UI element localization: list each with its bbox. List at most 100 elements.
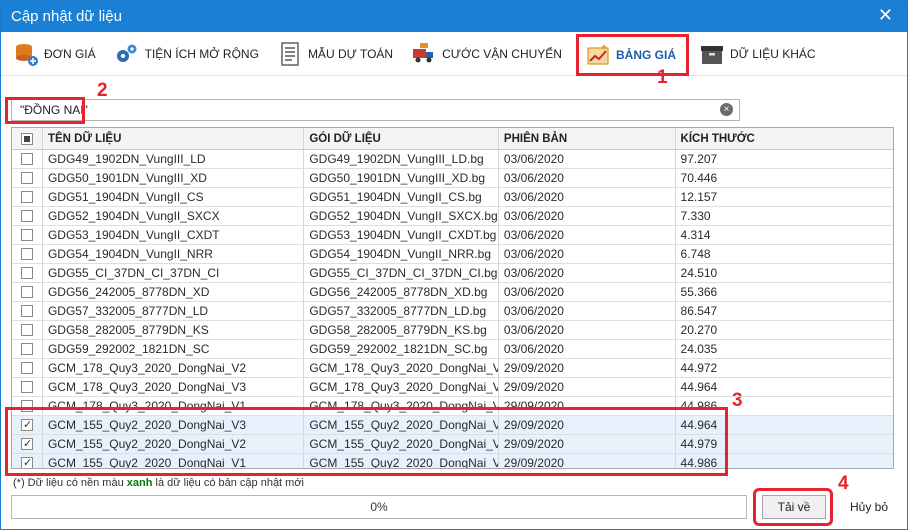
cell-goi-du-lieu: GDG54_1904DN_VungII_NRR.bg xyxy=(304,245,499,263)
row-checkbox-cell xyxy=(12,359,43,377)
legend-note-suffix: là dữ liệu có bản cập nhật mới xyxy=(152,477,304,489)
tab-du-lieu-khac[interactable]: DỮ LIỆU KHÁC xyxy=(695,36,824,72)
grid-header: TÊN DỮ LIỆU GÓI DỮ LIỆU PHIÊN BẢN KÍCH T… xyxy=(12,128,893,150)
table-row[interactable]: GDG54_1904DN_VungII_NRR GDG54_1904DN_Vung… xyxy=(12,245,893,264)
cell-phien-ban: 03/06/2020 xyxy=(499,264,676,282)
row-checkbox-cell xyxy=(12,207,43,225)
header-ten-du-lieu[interactable]: TÊN DỮ LIỆU xyxy=(43,128,305,149)
cell-kich-thuoc: 44.972 xyxy=(680,361,718,375)
row-checkbox-cell xyxy=(12,245,43,263)
legend-note-prefix: (*) Dữ liệu có nền màu xyxy=(13,477,127,489)
tab-don-gia[interactable]: ĐƠN GIÁ xyxy=(9,36,104,72)
table-row[interactable]: GDG52_1904DN_VungII_SXCX GDG52_1904DN_Vun… xyxy=(12,207,893,226)
toolbar: ĐƠN GIÁ TIỆN ÍCH MỞ RỘNG MẪU DỰ TOÁN CƯỚC V… xyxy=(1,32,907,76)
cell-kich-thuoc: 20.270 xyxy=(680,323,718,337)
cell-phien-ban: 03/06/2020 xyxy=(499,169,676,187)
close-icon[interactable]: ✕ xyxy=(878,5,893,26)
header-select-all-cell xyxy=(12,128,43,149)
cell-ten-du-lieu: GDG56_242005_8778DN_XD xyxy=(43,283,305,301)
table-row[interactable]: GDG51_1904DN_VungII_CS GDG51_1904DN_VungI… xyxy=(12,188,893,207)
header-kich-thuoc[interactable]: KÍCH THƯỚC xyxy=(676,128,893,149)
cell-goi-du-lieu: GCM_178_Quy3_2020_DongNai_V... xyxy=(304,359,499,377)
cell-kich-thuoc: 7.330 xyxy=(680,209,711,223)
window-title: Cập nhật dữ liệu xyxy=(11,8,122,25)
cell-phien-ban: 03/06/2020 xyxy=(499,321,676,339)
row-checkbox-cell xyxy=(12,264,43,282)
cell-goi-du-lieu: GDG56_242005_8778DN_XD.bg xyxy=(304,283,499,301)
cell-kich-thuoc: 70.446 xyxy=(680,171,718,185)
truck-icon xyxy=(411,41,437,67)
table-row[interactable]: GDG50_1901DN_VungIII_XD GDG50_1901DN_Vung… xyxy=(12,169,893,188)
table-row[interactable]: GDG57_332005_8777DN_LD GDG57_332005_8777D… xyxy=(12,302,893,321)
cell-ten-du-lieu: GCM_178_Quy3_2020_DongNai_V2 xyxy=(43,359,305,377)
tab-mau-du-toan-label: MẪU DỰ TOÁN xyxy=(307,46,394,61)
table-row[interactable]: GDG55_CI_37DN_CI_37DN_CI GDG55_CI_37DN_CI… xyxy=(12,264,893,283)
cell-phien-ban: 29/09/2020 xyxy=(499,359,676,377)
row-checkbox[interactable] xyxy=(20,172,33,184)
tab-don-gia-label: ĐƠN GIÁ xyxy=(44,46,96,61)
tab-bang-gia[interactable]: BẢNG GIÁ xyxy=(575,33,689,76)
selected-rows-highlight-box xyxy=(5,407,728,476)
table-row[interactable]: GCM_178_Quy3_2020_DongNai_V2 GCM_178_Quy3… xyxy=(12,359,893,378)
row-checkbox[interactable] xyxy=(20,343,33,355)
row-checkbox-cell xyxy=(12,302,43,320)
row-checkbox-cell xyxy=(12,226,43,244)
table-row[interactable]: GCM_178_Quy3_2020_DongNai_V3 GCM_178_Quy3… xyxy=(12,378,893,397)
row-checkbox[interactable] xyxy=(20,267,33,279)
row-checkbox[interactable] xyxy=(20,324,33,336)
row-checkbox-cell xyxy=(12,188,43,206)
tab-tien-ich-label: TIỆN ÍCH MỞ RỘNG xyxy=(144,46,259,61)
clear-search-icon[interactable]: × xyxy=(720,103,733,116)
document-icon xyxy=(277,41,303,67)
cell-goi-du-lieu: GDG51_1904DN_VungII_CS.bg xyxy=(304,188,499,206)
cell-kich-thuoc: 4.314 xyxy=(680,228,711,242)
cell-phien-ban: 03/06/2020 xyxy=(499,150,676,168)
table-row[interactable]: GDG53_1904DN_VungII_CXDT GDG53_1904DN_Vun… xyxy=(12,226,893,245)
legend-note: (*) Dữ liệu có nền màu xanh là dữ liệu c… xyxy=(13,477,304,489)
progress-label: 0% xyxy=(370,500,388,514)
cell-phien-ban: 03/06/2020 xyxy=(499,207,676,225)
cell-phien-ban: 03/06/2020 xyxy=(499,302,676,320)
download-highlight-box xyxy=(753,488,833,526)
row-checkbox-cell xyxy=(12,378,43,396)
tab-mau-du-toan[interactable]: MẪU DỰ TOÁN xyxy=(273,36,401,72)
header-phien-ban[interactable]: PHIÊN BẢN xyxy=(499,128,676,149)
table-row[interactable]: GDG59_292002_1821DN_SC GDG59_292002_1821D… xyxy=(12,340,893,359)
box-icon xyxy=(699,41,725,67)
search-input[interactable] xyxy=(12,100,692,120)
cell-goi-du-lieu: GDG52_1904DN_VungII_SXCX.bg xyxy=(304,207,499,225)
row-checkbox[interactable] xyxy=(20,153,33,165)
row-checkbox[interactable] xyxy=(20,229,33,241)
cell-goi-du-lieu: GCM_178_Quy3_2020_DongNai_V... xyxy=(304,378,499,396)
select-all-checkbox[interactable] xyxy=(20,132,33,145)
cell-kich-thuoc: 24.510 xyxy=(680,266,718,280)
gears-icon xyxy=(114,41,140,67)
table-row[interactable]: GDG56_242005_8778DN_XD GDG56_242005_8778D… xyxy=(12,283,893,302)
cell-phien-ban: 03/06/2020 xyxy=(499,340,676,358)
row-checkbox[interactable] xyxy=(20,210,33,222)
row-checkbox[interactable] xyxy=(20,191,33,203)
row-checkbox[interactable] xyxy=(20,381,33,393)
cell-kich-thuoc: 24.035 xyxy=(680,342,718,356)
row-checkbox[interactable] xyxy=(20,286,33,298)
cell-kich-thuoc: 55.366 xyxy=(680,285,718,299)
legend-note-green: xanh xyxy=(126,477,153,489)
cell-ten-du-lieu: GDG52_1904DN_VungII_SXCX xyxy=(43,207,305,225)
cell-goi-du-lieu: GDG58_282005_8779DN_KS.bg xyxy=(304,321,499,339)
cell-ten-du-lieu: GDG54_1904DN_VungII_NRR xyxy=(43,245,305,263)
cell-kich-thuoc: 6.748 xyxy=(680,247,711,261)
row-checkbox[interactable] xyxy=(20,248,33,260)
tab-cuoc-van-chuyen[interactable]: CƯỚC VẬN CHUYỂN xyxy=(407,36,570,72)
table-row[interactable]: GDG49_1902DN_VungIII_LD GDG49_1902DN_Vung… xyxy=(12,150,893,169)
update-data-window: Cập nhật dữ liệu ✕ ĐƠN GIÁ TIỆN ÍCH MỞ RỘ… xyxy=(0,0,908,530)
table-row[interactable]: GDG58_282005_8779DN_KS GDG58_282005_8779D… xyxy=(12,321,893,340)
row-checkbox[interactable] xyxy=(20,305,33,317)
cell-phien-ban: 03/06/2020 xyxy=(499,226,676,244)
cancel-button[interactable]: Hủy bỏ xyxy=(837,495,901,519)
progress-bar: 0% xyxy=(11,495,747,519)
tab-tien-ich[interactable]: TIỆN ÍCH MỞ RỘNG xyxy=(110,36,267,72)
database-add-icon xyxy=(13,41,39,67)
row-checkbox[interactable] xyxy=(20,362,33,374)
cell-goi-du-lieu: GDG57_332005_8777DN_LD.bg xyxy=(304,302,499,320)
header-goi-du-lieu[interactable]: GÓI DỮ LIỆU xyxy=(304,128,499,149)
